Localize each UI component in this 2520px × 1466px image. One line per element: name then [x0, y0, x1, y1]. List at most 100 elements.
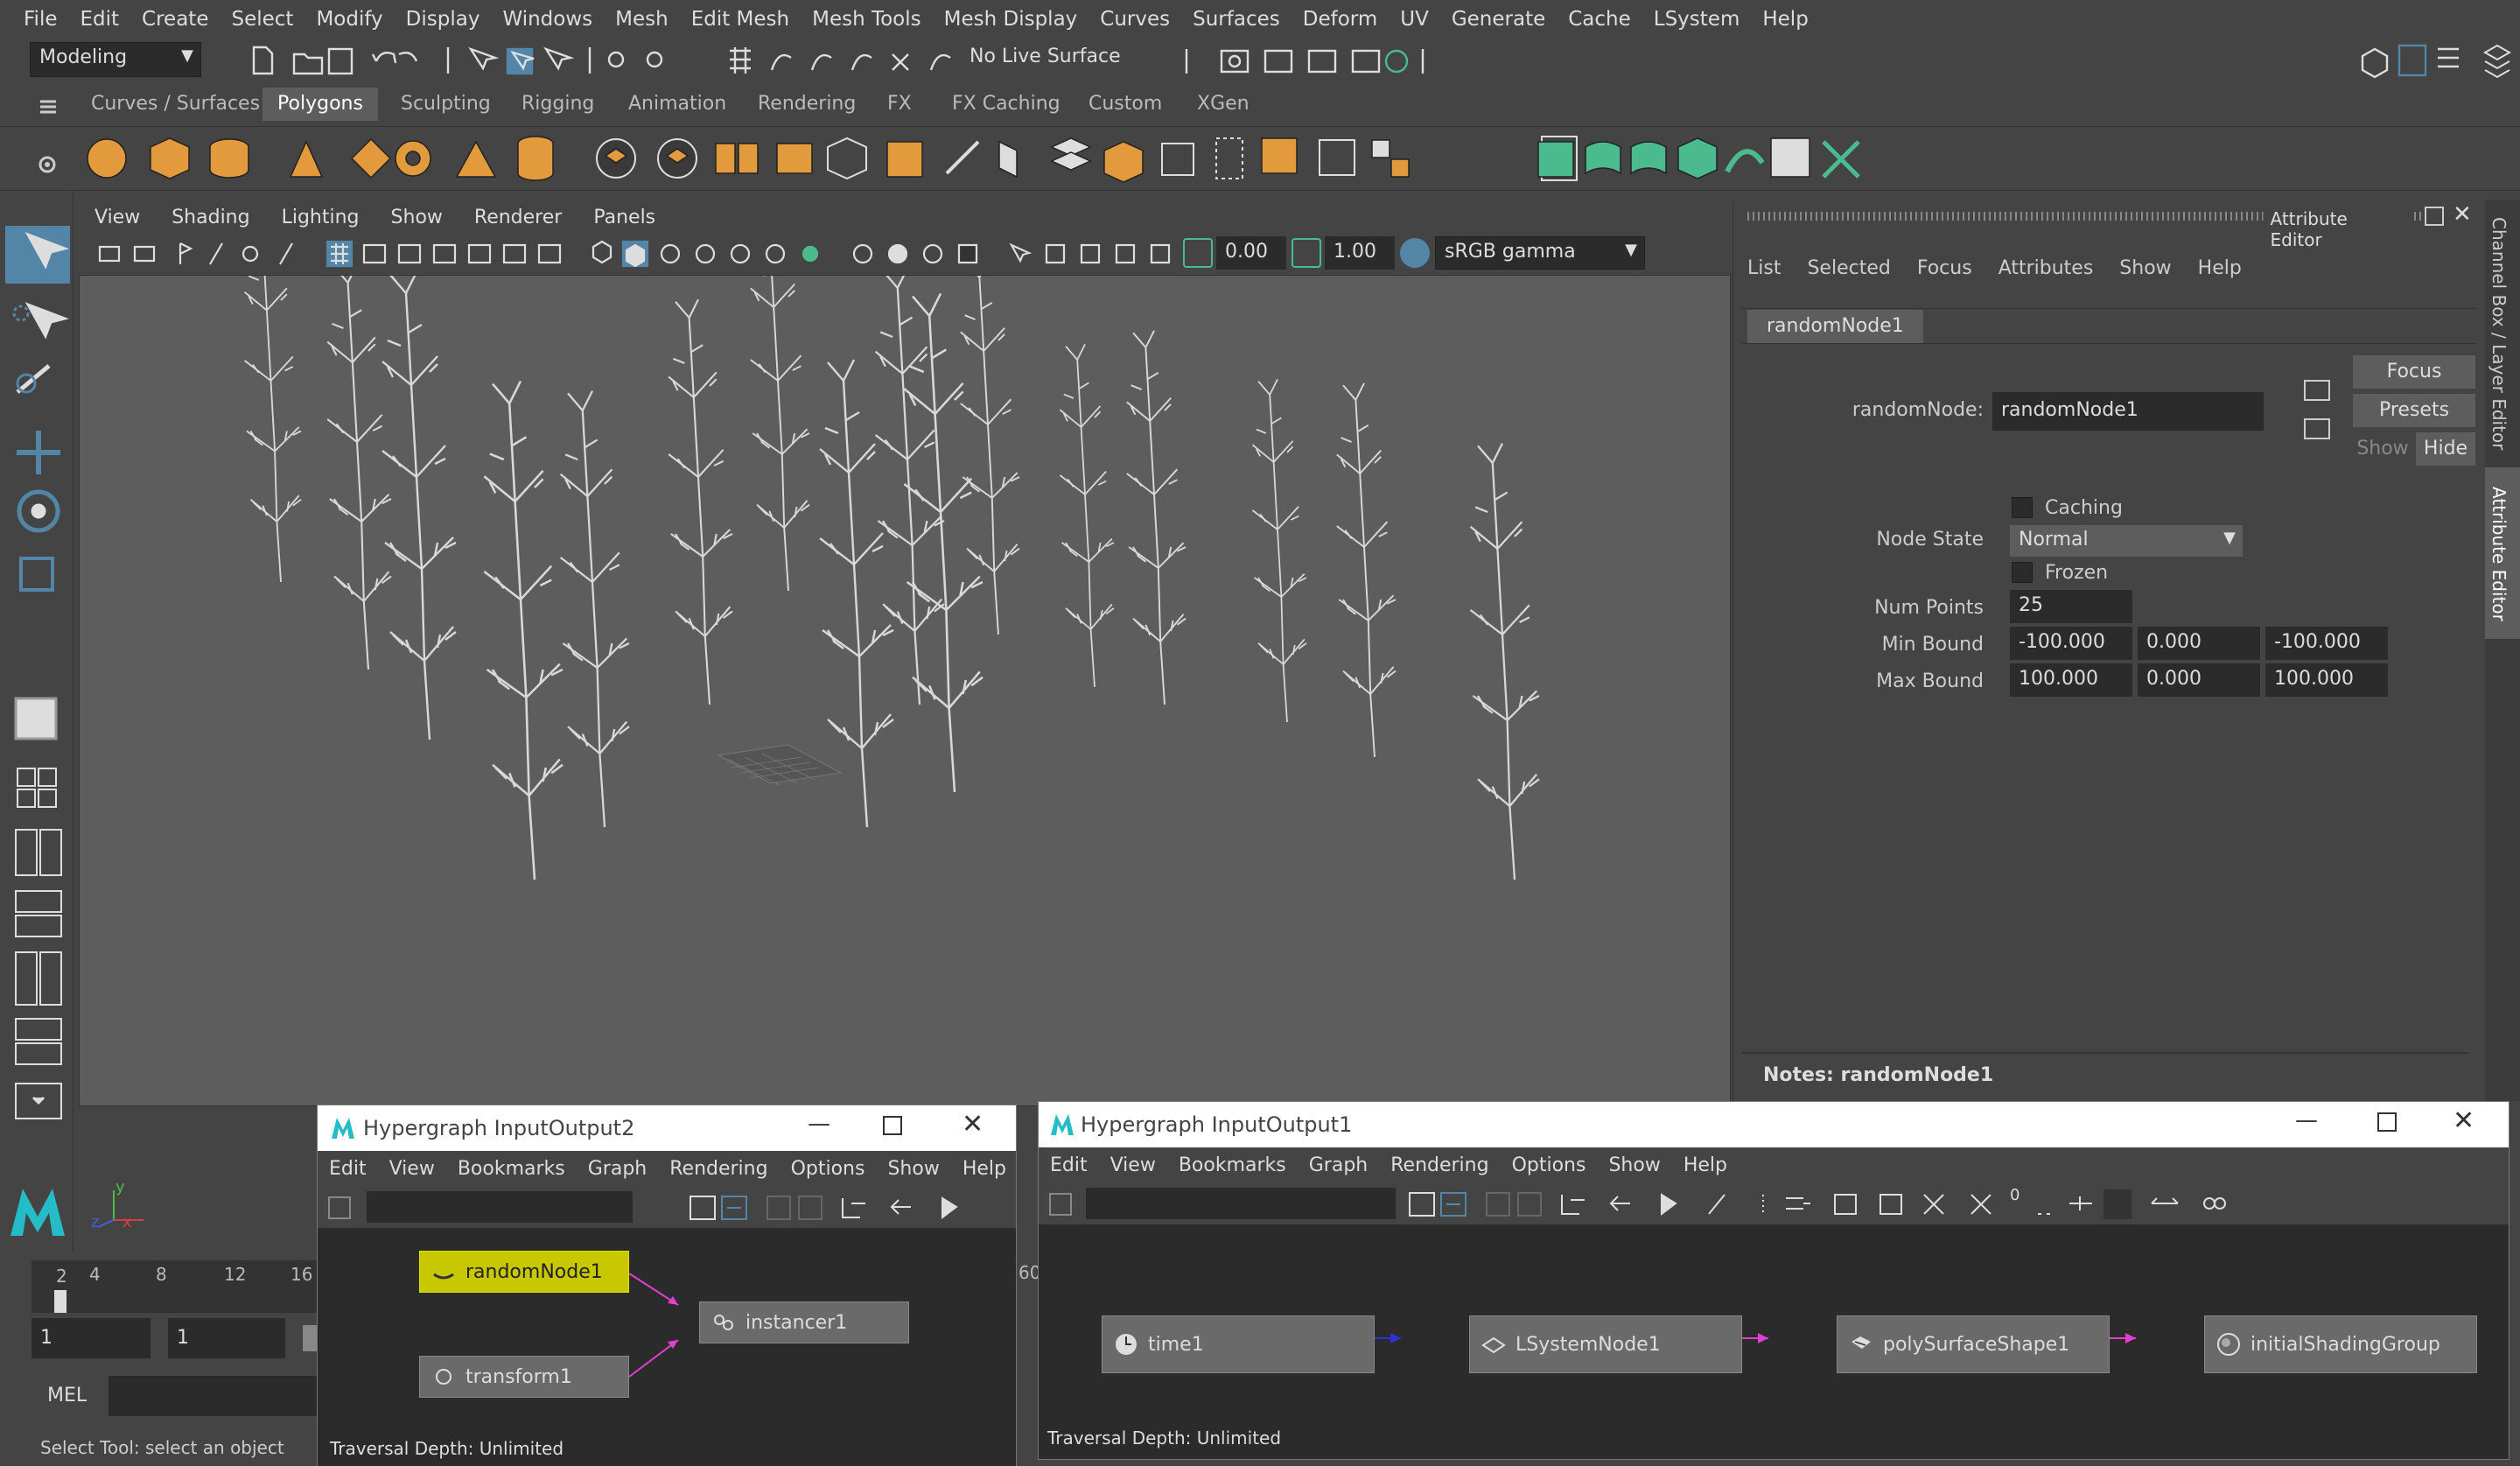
randomnode-name-field[interactable]: randomNode1 — [1992, 392, 2264, 431]
menu-mesh[interactable]: Mesh — [604, 8, 680, 31]
min-bound-z-field[interactable]: -100.000 — [2265, 627, 2388, 660]
hg2-menu-graph[interactable]: Graph — [577, 1158, 658, 1180]
tab-attribute-editor[interactable]: Attribute Editor — [2488, 487, 2510, 621]
hg1-menu-view[interactable]: View — [1099, 1154, 1167, 1176]
hg1-menu-bookmarks[interactable]: Bookmarks — [1167, 1154, 1298, 1176]
hg1-menu-graph[interactable]: Graph — [1298, 1154, 1379, 1176]
hg2-graph-canvas[interactable]: randomNode1 transform1 instancer1 — [318, 1228, 1016, 1466]
exposure-field[interactable]: 0.00 — [1216, 236, 1286, 270]
tab-channel-box[interactable]: Channel Box / Layer Editor — [2488, 217, 2510, 450]
frame-all-icon[interactable] — [328, 1196, 351, 1219]
select-node-icon[interactable] — [2304, 380, 2330, 401]
vp-menu-shading[interactable]: Shading — [156, 207, 265, 228]
menu-surfaces[interactable]: Surfaces — [1181, 8, 1292, 31]
tab-animation[interactable]: Animation — [620, 88, 735, 121]
ae-menu-focus[interactable]: Focus — [1917, 257, 1972, 279]
tab-rendering[interactable]: Rendering — [749, 88, 864, 121]
ae-menu-selected[interactable]: Selected — [1807, 257, 1890, 279]
ae-menu-attributes[interactable]: Attributes — [1998, 257, 2094, 279]
script-language-toggle[interactable]: MEL — [47, 1385, 87, 1406]
hg1-toolbar-icons[interactable] — [1408, 1189, 2458, 1219]
max-bound-x-field[interactable]: 100.000 — [2010, 663, 2132, 697]
gamma-field[interactable]: 1.00 — [1325, 236, 1395, 270]
node-tab-randomnode1[interactable]: randomNode1 — [1747, 310, 1923, 343]
hg1-menu-rendering[interactable]: Rendering — [1379, 1154, 1500, 1176]
range-slider-handle[interactable] — [303, 1325, 317, 1351]
node-state-dropdown[interactable]: Normal ▼ — [2010, 525, 2243, 557]
max-bound-y-field[interactable]: 0.000 — [2138, 663, 2260, 697]
menu-display[interactable]: Display — [395, 8, 492, 31]
menu-file[interactable]: File — [12, 8, 69, 31]
color-space-dropdown[interactable]: sRGB gamma ▼ — [1435, 236, 1645, 270]
shelf-mesh-icons[interactable] — [1531, 130, 1969, 187]
close-icon[interactable]: ✕ — [962, 1109, 984, 1140]
caching-checkbox[interactable] — [2012, 497, 2033, 518]
menu-lsystem[interactable]: LSystem — [1642, 8, 1752, 31]
viewport-3d[interactable] — [79, 275, 1732, 1107]
hg1-bookmark-field[interactable] — [1086, 1188, 1396, 1219]
menu-edit[interactable]: Edit — [69, 8, 131, 31]
node-time1[interactable]: time1 — [1102, 1315, 1375, 1373]
menu-cache[interactable]: Cache — [1557, 8, 1642, 31]
vp-menu-show[interactable]: Show — [375, 207, 458, 228]
maximize-icon[interactable] — [883, 1116, 902, 1135]
node-instancer1[interactable]: instancer1 — [699, 1301, 909, 1343]
maximize-icon[interactable] — [2377, 1112, 2397, 1132]
hg2-menu-edit[interactable]: Edit — [318, 1158, 378, 1180]
hg2-menu-options[interactable]: Options — [780, 1158, 877, 1180]
snap-icons[interactable] — [721, 44, 957, 79]
menu-mesh-display[interactable]: Mesh Display — [933, 8, 1089, 31]
frame-all-icon[interactable] — [1049, 1193, 1072, 1216]
frozen-checkbox[interactable] — [2012, 562, 2033, 583]
vp-menu-lighting[interactable]: Lighting — [266, 207, 375, 228]
ae-menu-help[interactable]: Help — [2198, 257, 2242, 279]
menu-uv[interactable]: UV — [1389, 8, 1440, 31]
hg2-menu-bookmarks[interactable]: Bookmarks — [446, 1158, 577, 1180]
current-frame-marker[interactable] — [54, 1290, 66, 1313]
status-line-icons[interactable] — [245, 42, 700, 79]
tab-sculpting[interactable]: Sculpting — [392, 88, 500, 121]
node-lsystemnode1[interactable]: LSystemNode1 — [1469, 1315, 1742, 1373]
tab-rigging[interactable]: Rigging — [513, 88, 603, 121]
minimize-icon[interactable]: — — [2295, 1107, 2318, 1133]
hg2-menu-show[interactable]: Show — [876, 1158, 950, 1180]
live-surface-field[interactable]: No Live Surface — [961, 42, 1141, 77]
viewport-toolbar-icons[interactable] — [96, 238, 1181, 270]
hg2-menu-rendering[interactable]: Rendering — [658, 1158, 779, 1180]
close-icon[interactable]: ✕ — [2453, 201, 2472, 228]
node-transform1[interactable]: transform1 — [419, 1356, 629, 1398]
exposure-icon[interactable] — [1183, 238, 1213, 268]
node-randomnode1[interactable]: randomNode1 — [419, 1251, 629, 1293]
go-to-output-icon[interactable] — [2304, 418, 2330, 439]
shelf-menu-icon[interactable] — [35, 98, 61, 116]
hg2-menu-view[interactable]: View — [378, 1158, 446, 1180]
vp-menu-view[interactable]: View — [79, 207, 156, 228]
menu-mesh-tools[interactable]: Mesh Tools — [801, 8, 933, 31]
menu-curves[interactable]: Curves — [1088, 8, 1181, 31]
tab-fx[interactable]: FX — [878, 88, 920, 121]
menu-windows[interactable]: Windows — [491, 8, 604, 31]
vp-menu-panels[interactable]: Panels — [578, 207, 671, 228]
close-icon[interactable]: ✕ — [2453, 1105, 2474, 1136]
time-slider[interactable]: 2 4 8 12 16 — [32, 1260, 320, 1313]
tab-fx-caching[interactable]: FX Caching — [943, 88, 1069, 121]
gear-icon[interactable] — [37, 154, 58, 175]
num-points-field[interactable]: 25 — [2010, 590, 2132, 623]
menu-help[interactable]: Help — [1751, 8, 1819, 31]
node-polysurfaceshape1[interactable]: polySurfaceShape1 — [1837, 1315, 2110, 1373]
presets-button[interactable]: Presets — [2353, 394, 2475, 427]
menu-deform[interactable]: Deform — [1292, 8, 1390, 31]
menu-edit-mesh[interactable]: Edit Mesh — [680, 8, 801, 31]
menu-set-dropdown[interactable]: Modeling ▼ — [30, 42, 201, 77]
min-bound-x-field[interactable]: -100.000 — [2010, 627, 2132, 660]
render-icons[interactable] — [1181, 42, 1444, 79]
toolbox-icons[interactable] — [4, 226, 74, 1154]
tab-polygons[interactable]: Polygons — [262, 88, 378, 121]
menu-generate[interactable]: Generate — [1440, 8, 1557, 31]
max-bound-z-field[interactable]: 100.000 — [2265, 663, 2388, 697]
hg1-graph-canvas[interactable]: time1 LSystemNode1 polySurfaceShape1 ini… — [1039, 1224, 2509, 1454]
menu-select[interactable]: Select — [220, 8, 304, 31]
hg2-toolbar-icons[interactable] — [689, 1193, 1012, 1223]
end-frame-field[interactable]: 1 — [168, 1318, 285, 1358]
float-panel-icon[interactable] — [2425, 207, 2444, 226]
